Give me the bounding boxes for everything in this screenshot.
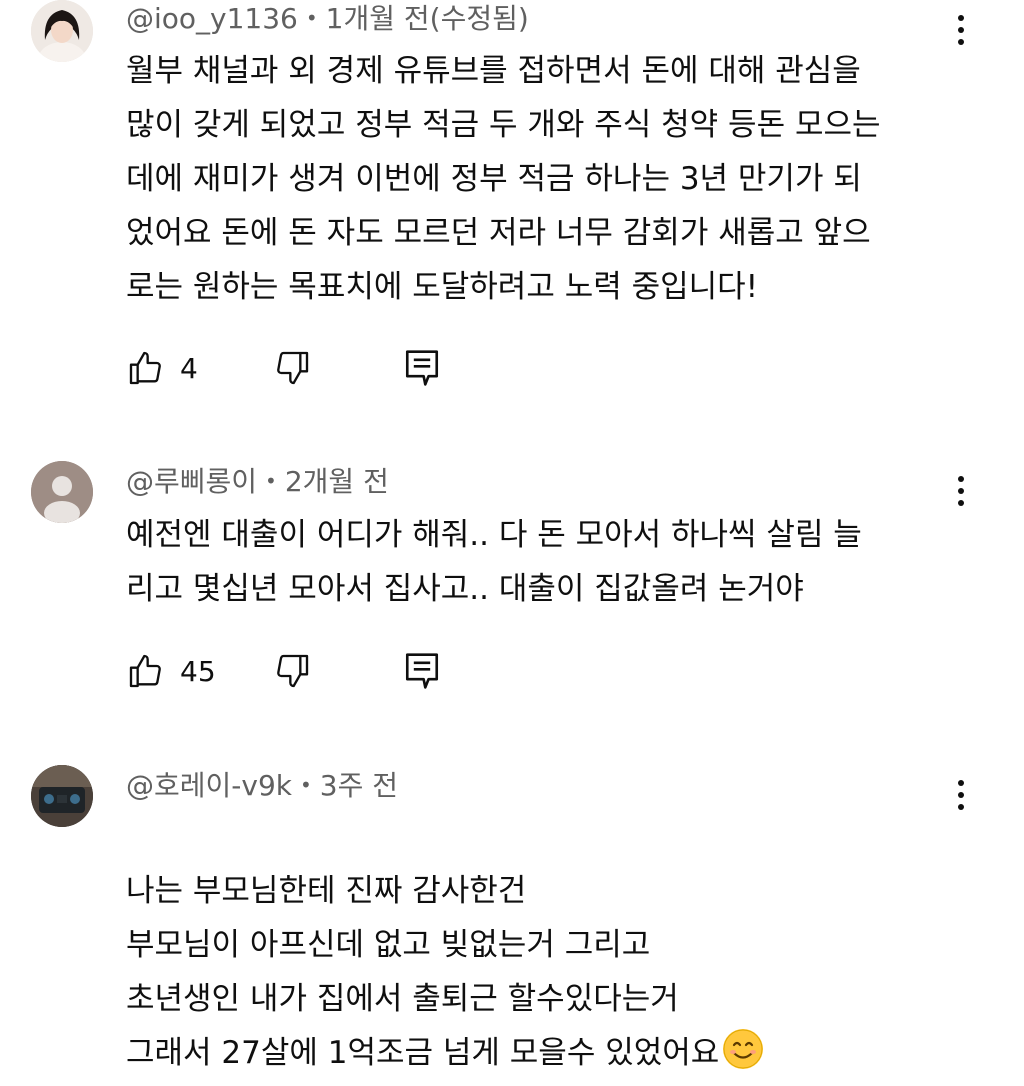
profile-photo-icon: [31, 765, 93, 827]
comment-text: 나는 부모님한테 진짜 감사한건 부모님이 아프신데 없고 빚없는거 그리고 초…: [126, 810, 986, 1080]
separator-dot: •: [299, 773, 312, 797]
author-name[interactable]: @호레이-v9k: [126, 769, 292, 802]
more-options-icon[interactable]: [946, 775, 976, 815]
comment-time: 3주 전: [319, 769, 399, 802]
comment-meta: @호레이-v9k • 3주 전: [126, 767, 398, 804]
comment-text-content: 나는 부모님한테 진짜 감사한건 부모님이 아프신데 없고 빚없는거 그리고 초…: [126, 873, 720, 1071]
comment: @호레이-v9k • 3주 전 나는 부모님한테 진짜 감사한건 부모님이 아프신데…: [0, 0, 1024, 1071]
avatar[interactable]: [31, 765, 93, 827]
smiling-face-emoji-icon: [723, 1029, 764, 1069]
